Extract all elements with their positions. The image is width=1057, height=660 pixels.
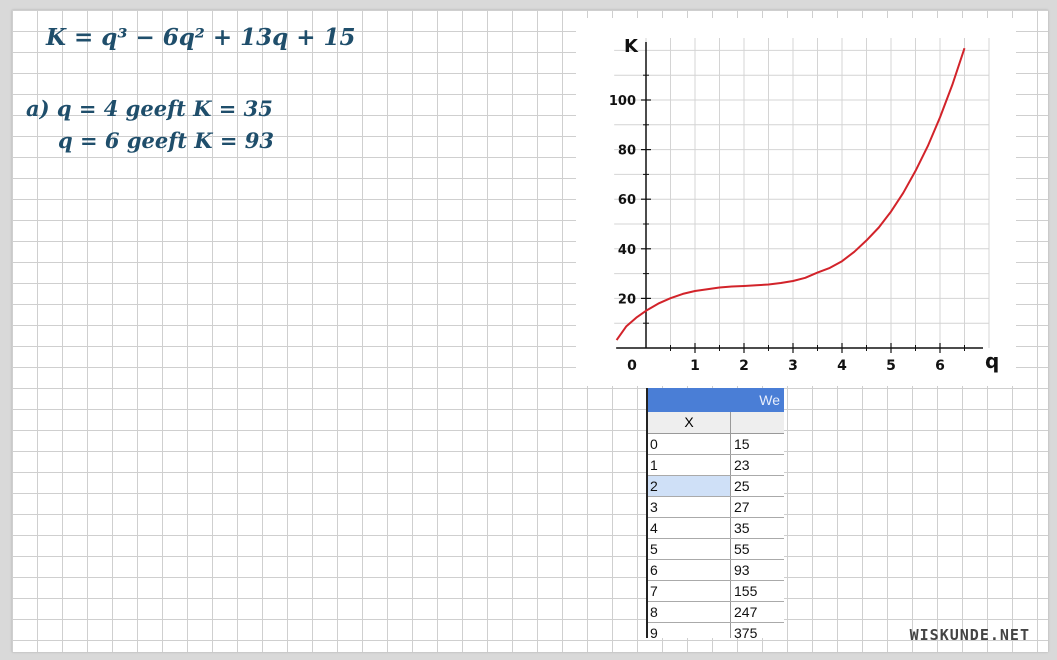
- table-cell-y[interactable]: 247: [731, 602, 784, 622]
- table-cell-y[interactable]: 15: [731, 434, 784, 454]
- y-tick-label: 40: [618, 243, 636, 258]
- table-cell-x[interactable]: 3: [648, 497, 731, 517]
- x-axis-letter: q: [985, 349, 999, 373]
- table-cell-x[interactable]: 9: [648, 623, 731, 638]
- x-tick-label: 6: [935, 358, 945, 374]
- y-tick-label: 60: [618, 193, 636, 208]
- table-cell-y[interactable]: 93: [731, 560, 784, 580]
- table-row[interactable]: 9 375: [648, 623, 784, 638]
- y-tick-label: 100: [609, 94, 636, 109]
- y-axis-letter: K: [624, 36, 639, 57]
- table-row[interactable]: 4 35: [648, 518, 784, 539]
- x-axis-label: productie in duizendtallen: [804, 384, 1016, 386]
- table-cell-x[interactable]: 6: [648, 560, 731, 580]
- y-tick-label: 20: [618, 292, 636, 307]
- table-row[interactable]: 3 27: [648, 497, 784, 518]
- x-tick-label: 0: [627, 358, 637, 374]
- cost-function-chart: 0 1 2 3 4 5 6 20 40 60 80 100 Kq productie in duizend…: [576, 18, 1016, 386]
- table-cell-y[interactable]: 25: [731, 476, 784, 496]
- table-window-title[interactable]: We: [648, 388, 784, 412]
- answer-a-line-2: q = 6 geeft K = 93: [58, 128, 274, 153]
- table-cell-y[interactable]: 155: [731, 581, 784, 601]
- x-tick-label: 1: [690, 358, 700, 374]
- value-table-window[interactable]: We X 0 15 1 23 2 25 3 27 4 35 5 55 6 93 7 155 8 247 9 375: [646, 388, 784, 638]
- table-header-y[interactable]: [731, 412, 784, 433]
- table-row[interactable]: 6 93: [648, 560, 784, 581]
- table-header-x[interactable]: X: [648, 412, 731, 433]
- table-cell-x[interactable]: 1: [648, 455, 731, 475]
- table-cell-y[interactable]: 27: [731, 497, 784, 517]
- table-cell-x[interactable]: 2: [648, 476, 731, 496]
- table-cell-x[interactable]: 4: [648, 518, 731, 538]
- grid-paper-board: K = q³ − 6q² + 13q + 15 a) q = 4 geeft K…: [12, 10, 1048, 652]
- table-row[interactable]: 5 55: [648, 539, 784, 560]
- table-body: 0 15 1 23 2 25 3 27 4 35 5 55 6 93 7 155 8 247 9 375: [648, 434, 784, 638]
- site-watermark: WISKUNDE.NET: [909, 626, 1030, 644]
- table-row[interactable]: 1 23: [648, 455, 784, 476]
- table-cell-y[interactable]: 55: [731, 539, 784, 559]
- chart-svg: 0 1 2 3 4 5 6 20 40 60 80 100 Kq productie in duizend…: [609, 36, 1016, 386]
- table-header-row: X: [648, 412, 784, 434]
- answer-a-line-1: a) q = 4 geeft K = 35: [26, 96, 273, 121]
- formula-text: K = q³ − 6q² + 13q + 15: [46, 24, 356, 51]
- table-cell-y[interactable]: 23: [731, 455, 784, 475]
- table-row[interactable]: 7 155: [648, 581, 784, 602]
- x-tick-label: 2: [739, 358, 749, 374]
- table-row[interactable]: 0 15: [648, 434, 784, 455]
- table-cell-x[interactable]: 8: [648, 602, 731, 622]
- x-tick-label: 3: [788, 358, 798, 374]
- table-cell-x[interactable]: 7: [648, 581, 731, 601]
- table-cell-x[interactable]: 5: [648, 539, 731, 559]
- x-tick-label: 5: [886, 358, 896, 374]
- table-cell-y[interactable]: 35: [731, 518, 784, 538]
- y-tick-label: 80: [618, 144, 636, 159]
- table-cell-x[interactable]: 0: [648, 434, 731, 454]
- cost-curve-line: [615, 47, 966, 341]
- table-row[interactable]: 2 25: [648, 476, 784, 497]
- table-cell-y[interactable]: 375: [731, 623, 784, 638]
- table-row[interactable]: 8 247: [648, 602, 784, 623]
- x-tick-label: 4: [837, 358, 847, 374]
